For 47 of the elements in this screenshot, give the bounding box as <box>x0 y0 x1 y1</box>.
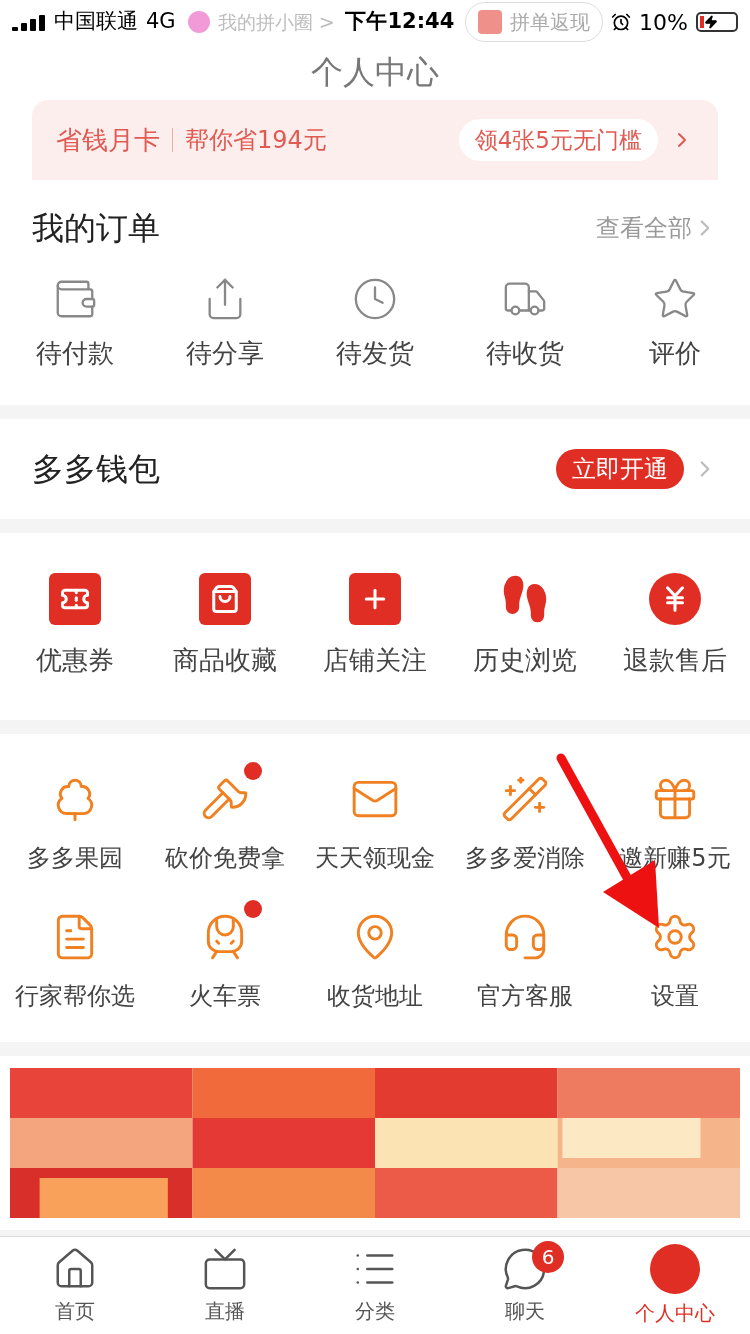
shortcut-item[interactable]: 退款售后 <box>600 573 750 680</box>
alarm-icon <box>611 12 632 32</box>
section-title: 我的订单 <box>32 208 160 249</box>
unread-badge: 6 <box>532 1241 564 1273</box>
tab-item[interactable]: 个人中心 <box>600 1237 750 1334</box>
service-item[interactable]: 行家帮你选 <box>0 900 150 1014</box>
savings-card[interactable]: 省钱月卡 帮你省194元 领4张5元无门槛 <box>32 100 718 180</box>
service-item[interactable]: 多多果园 <box>0 762 150 876</box>
savings-amount: 帮你省194元 <box>185 125 327 156</box>
tab-item[interactable]: 分类 <box>300 1237 450 1334</box>
service-item[interactable]: 官方客服 <box>450 900 600 1014</box>
order-status-item[interactable]: 待收货 <box>450 268 600 381</box>
profile-icon <box>650 1243 700 1294</box>
clock-time: 下午12:44 <box>345 8 455 36</box>
battery-icon <box>696 12 738 32</box>
tab-item[interactable]: 首页 <box>0 1237 150 1334</box>
signal-icon <box>12 13 46 31</box>
battery-level: 10% <box>639 8 688 37</box>
clock-icon <box>352 276 398 322</box>
order-status-item[interactable]: 待发货 <box>300 268 450 381</box>
shortcut-item[interactable]: 商品收藏 <box>150 573 300 680</box>
order-status-item[interactable]: 待分享 <box>150 268 300 381</box>
service-item[interactable]: 砍价免费拿 <box>150 762 300 876</box>
coupon-offer[interactable]: 领4张5元无门槛 <box>458 118 658 162</box>
ticket-icon <box>49 573 101 625</box>
carrier-name: 中国联通 <box>54 8 138 36</box>
order-status-item[interactable]: 待付款 <box>0 268 150 381</box>
service-item[interactable]: 多多爱消除 <box>450 762 600 876</box>
shortcut-item[interactable]: 优惠券 <box>0 573 150 680</box>
order-status-item[interactable]: 评价 <box>600 268 750 381</box>
service-item[interactable]: 火车票 <box>150 900 300 1014</box>
service-item[interactable]: 设置 <box>600 900 750 1014</box>
bag-icon <box>199 573 251 625</box>
section-title: 多多钱包 <box>32 449 160 490</box>
shortcut-item[interactable]: 店铺关注 <box>300 573 450 680</box>
yen-icon <box>649 573 701 625</box>
wand-icon <box>500 774 550 824</box>
card-name: 省钱月卡 <box>56 123 160 157</box>
plus-icon <box>349 573 401 625</box>
service-item[interactable]: 收货地址 <box>300 900 450 1014</box>
page-title: 个人中心 <box>311 52 439 93</box>
shortcut-item[interactable]: 历史浏览 <box>450 573 600 680</box>
tab-item[interactable]: 直播 <box>150 1237 300 1334</box>
service-item[interactable]: 天天领现金 <box>300 762 450 876</box>
network-type: 4G <box>146 8 176 36</box>
activate-button[interactable]: 立即开通 <box>556 449 684 489</box>
tab-item[interactable]: 6 聊天 <box>450 1237 600 1334</box>
